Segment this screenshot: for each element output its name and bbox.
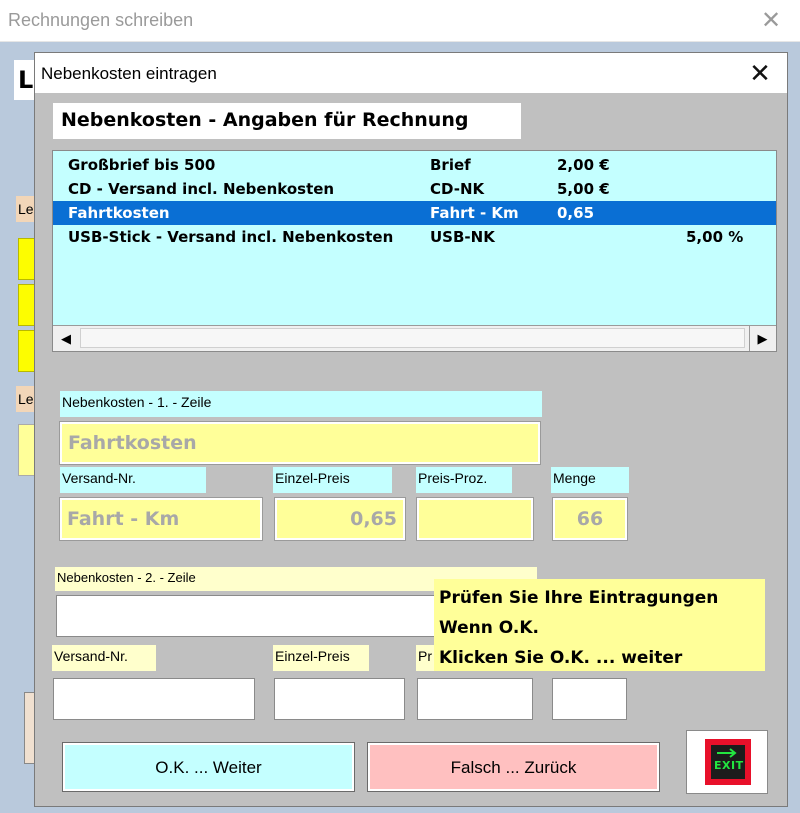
message-line: Wenn O.K. xyxy=(439,618,539,638)
background-window-titlebar: Rechnungen schreiben ✕ xyxy=(0,0,800,42)
line1-einzel-field[interactable]: 0,65 xyxy=(274,497,406,541)
list-item-name: USB-Stick - Versand incl. Nebenkosten xyxy=(68,228,394,246)
line1-menge-label: Menge xyxy=(551,467,629,493)
background-close-icon[interactable]: ✕ xyxy=(756,6,786,36)
line1-versand-label: Versand-Nr. xyxy=(60,467,206,493)
list-item[interactable]: CD - Versand incl. Nebenkosten CD-NK 5,0… xyxy=(53,177,776,201)
background-heading-box: L xyxy=(14,60,36,100)
line1-proz-field[interactable] xyxy=(416,497,534,541)
dialog-titlebar: Nebenkosten eintragen ✕ xyxy=(35,53,787,93)
list-item[interactable]: USB-Stick - Versand incl. Nebenkosten US… xyxy=(53,225,776,249)
line2-einzel-label: Einzel-Preis xyxy=(273,645,369,671)
line2-einzel-field[interactable] xyxy=(274,678,405,720)
ok-continue-button[interactable]: O.K. ... Weiter xyxy=(62,742,355,792)
validation-message: Prüfen Sie Ihre Eintragungen Wenn O.K. K… xyxy=(434,579,765,671)
line2-menge-field[interactable] xyxy=(552,678,627,720)
list-item-price: 5,00 € xyxy=(557,180,610,198)
dialog-title: Nebenkosten eintragen xyxy=(41,64,217,83)
horizontal-scrollbar[interactable]: ◀ ▶ xyxy=(53,325,776,351)
list-item-name: Großbrief bis 500 xyxy=(68,156,216,174)
line1-description-field[interactable]: Fahrtkosten xyxy=(59,421,541,465)
line1-menge-field[interactable]: 66 xyxy=(552,497,628,541)
list-item-price: 0,65 xyxy=(557,204,595,222)
list-item-name: Fahrtkosten xyxy=(68,204,170,222)
list-item-code: Brief xyxy=(430,156,471,174)
list-item-code: Fahrt - Km xyxy=(430,204,519,222)
list-item-code: CD-NK xyxy=(430,180,485,198)
line2-versand-label: Versand-Nr. xyxy=(52,645,156,671)
close-icon[interactable]: ✕ xyxy=(741,57,779,89)
list-item-price: 2,00 € xyxy=(557,156,610,174)
line2-versand-field[interactable] xyxy=(53,678,255,720)
exit-icon: EXIT xyxy=(705,739,751,785)
line2-proz-field[interactable] xyxy=(417,678,533,720)
message-line: Prüfen Sie Ihre Eintragungen xyxy=(439,588,719,608)
line1-versand-field[interactable]: Fahrt - Km xyxy=(59,497,263,541)
list-item-percent: 5,00 % xyxy=(686,228,744,246)
line2-description-field[interactable] xyxy=(56,595,456,637)
exit-arrow-icon xyxy=(717,748,737,758)
list-item-selected[interactable]: Fahrtkosten Fahrt - Km 0,65 xyxy=(53,201,776,225)
list-item-name: CD - Versand incl. Nebenkosten xyxy=(68,180,335,198)
list-item[interactable]: Großbrief bis 500 Brief 2,00 € xyxy=(53,153,776,177)
nebenkosten-dialog: Nebenkosten eintragen ✕ Nebenkosten - An… xyxy=(34,52,788,807)
exit-icon-label: EXIT xyxy=(714,759,744,772)
background-window-title: Rechnungen schreiben xyxy=(8,10,194,30)
background-heading-fragment: L xyxy=(18,66,34,94)
cost-listbox[interactable]: Großbrief bis 500 Brief 2,00 € CD - Vers… xyxy=(52,150,777,352)
scroll-right-icon[interactable]: ▶ xyxy=(749,326,775,351)
exit-icon-panel: EXIT xyxy=(711,745,745,779)
line1-einzel-label: Einzel-Preis xyxy=(273,467,392,493)
message-line: Klicken Sie O.K. ... weiter xyxy=(439,648,683,668)
line1-section-label: Nebenkosten - 1. - Zeile xyxy=(60,391,542,417)
exit-button[interactable]: EXIT xyxy=(686,730,768,794)
line1-proz-label: Preis-Proz. xyxy=(416,467,512,493)
dialog-header: Nebenkosten - Angaben für Rechnung xyxy=(53,103,521,139)
wrong-back-button[interactable]: Falsch ... Zurück xyxy=(367,742,660,792)
list-item-code: USB-NK xyxy=(430,228,495,246)
scrollbar-thumb[interactable] xyxy=(80,328,745,348)
scroll-left-icon[interactable]: ◀ xyxy=(53,326,79,351)
